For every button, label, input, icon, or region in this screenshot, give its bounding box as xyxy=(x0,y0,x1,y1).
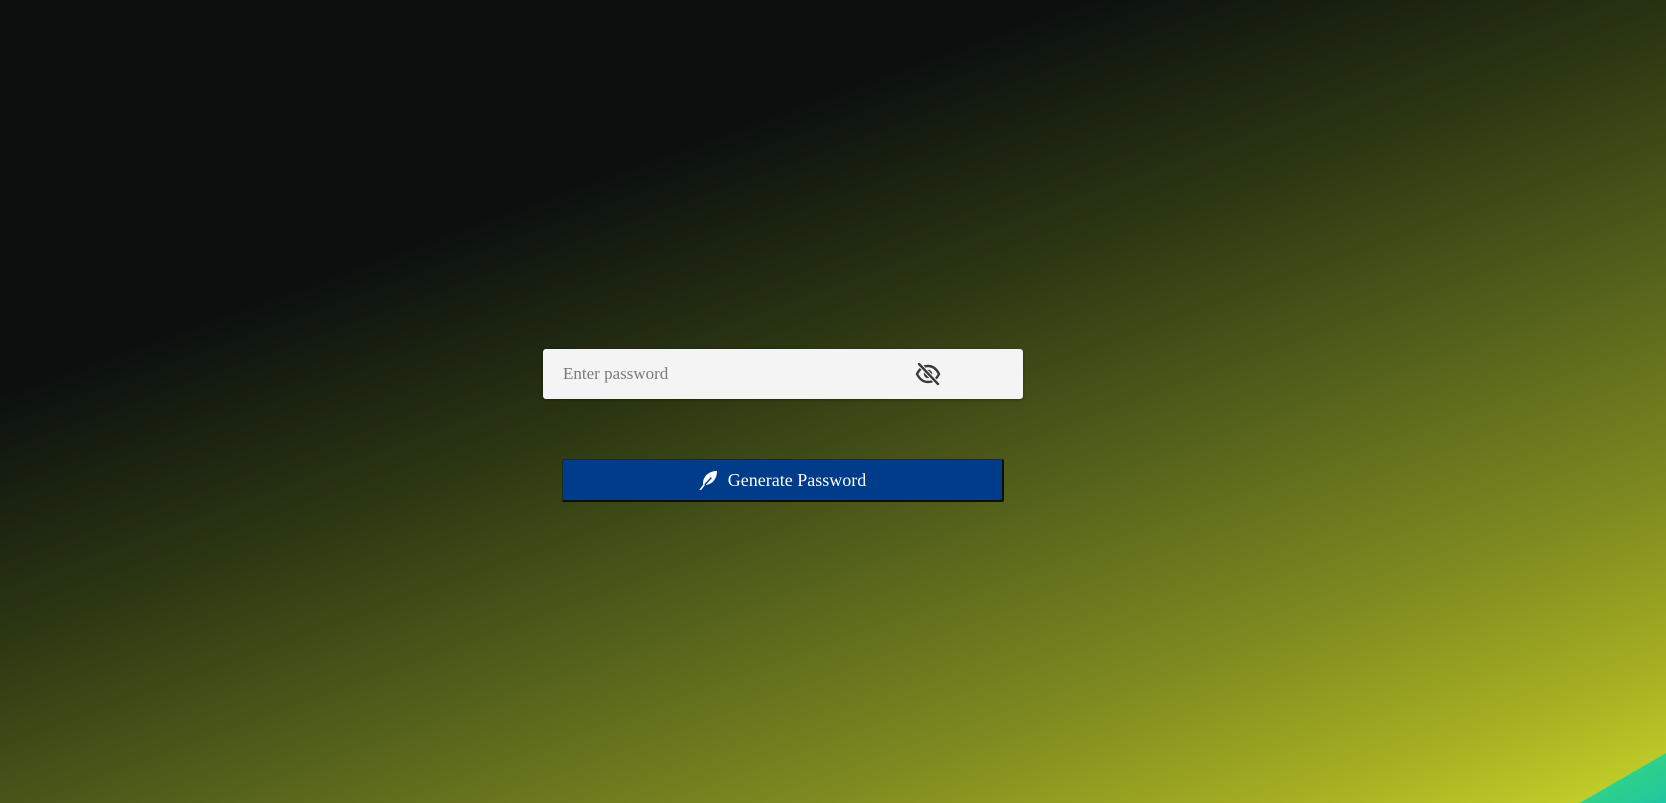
background-corner-accent xyxy=(1576,743,1666,803)
eye-slash-icon[interactable] xyxy=(915,362,941,386)
password-input[interactable] xyxy=(543,349,943,399)
generate-password-label: Generate Password xyxy=(727,469,867,490)
generate-password-button[interactable]: Generate Password xyxy=(562,459,1004,502)
password-field xyxy=(543,349,1023,399)
feather-icon xyxy=(699,470,719,491)
